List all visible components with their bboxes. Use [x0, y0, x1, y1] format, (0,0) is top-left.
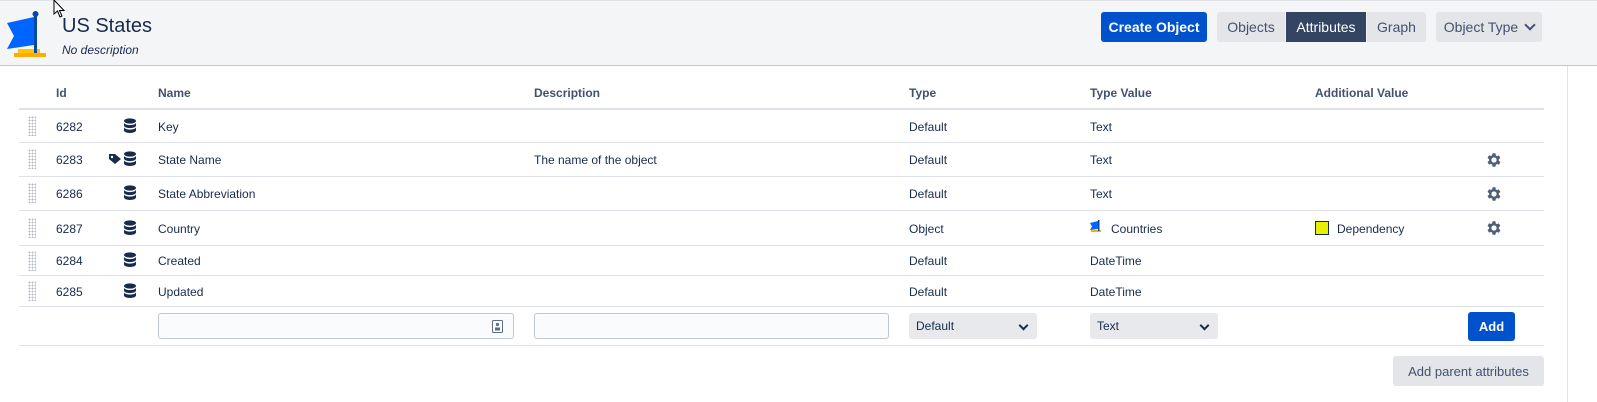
- scrollbar-track[interactable]: [1567, 66, 1568, 402]
- drag-handle-icon[interactable]: [28, 183, 36, 203]
- table-row[interactable]: [19, 143, 1544, 177]
- row-name: State Name: [158, 153, 222, 167]
- attribute-description-input[interactable]: [534, 313, 889, 339]
- chevron-down-icon: [1018, 320, 1029, 331]
- attribute-type-select[interactable]: Default: [909, 313, 1037, 339]
- column-header-id: Id: [56, 86, 67, 100]
- drag-handle-icon[interactable]: [28, 116, 36, 136]
- row-id: 6285: [56, 285, 83, 299]
- column-header-additional-value: Additional Value: [1315, 86, 1409, 100]
- drag-handle-icon[interactable]: [28, 251, 36, 271]
- row-type: Default: [909, 285, 948, 299]
- row-additional-value: Dependency: [1337, 222, 1405, 236]
- tab-attributes[interactable]: Attributes: [1286, 12, 1366, 42]
- row-type-value: Text: [1090, 153, 1113, 167]
- row-type-value: Text: [1090, 187, 1113, 201]
- add-parent-attributes-button[interactable]: Add parent attributes: [1393, 356, 1544, 386]
- chevron-down-icon: [1199, 320, 1210, 331]
- row-id: 6286: [56, 187, 83, 201]
- row-type-value-link[interactable]: Countries: [1111, 222, 1162, 236]
- row-type: Object: [909, 222, 944, 236]
- row-name: Updated: [158, 285, 204, 299]
- database-icon: [124, 151, 136, 166]
- column-header-name: Name: [158, 86, 191, 100]
- object-type-label: Object Type: [1443, 19, 1519, 35]
- row-type-value: DateTime: [1090, 254, 1142, 268]
- gear-icon[interactable]: [1485, 151, 1503, 169]
- row-id: 6283: [56, 153, 83, 167]
- drag-handle-icon[interactable]: [28, 218, 36, 238]
- drag-handle-icon[interactable]: [28, 281, 36, 301]
- column-header-type-value: Type Value: [1090, 86, 1152, 100]
- row-name: Created: [158, 254, 201, 268]
- database-icon: [124, 118, 136, 133]
- flag-icon: [7, 11, 46, 57]
- page-description: No description: [62, 43, 139, 57]
- row-id: 6287: [56, 222, 83, 236]
- object-type-header: US States No description Create Object O…: [0, 0, 1597, 66]
- attribute-name-input[interactable]: [158, 313, 514, 339]
- row-type-value: DateTime: [1090, 285, 1142, 299]
- add-attribute-button[interactable]: Add: [1468, 312, 1515, 341]
- database-icon: [124, 283, 136, 298]
- drag-handle-icon[interactable]: [28, 149, 36, 169]
- gear-icon[interactable]: [1485, 219, 1503, 237]
- gear-icon[interactable]: [1485, 185, 1503, 203]
- row-name: State Abbreviation: [158, 187, 256, 201]
- database-icon: [124, 220, 136, 235]
- flag-icon: [1090, 220, 1101, 232]
- row-type: Default: [909, 153, 948, 167]
- database-icon: [124, 185, 136, 200]
- mouse-cursor-icon: [53, 0, 66, 18]
- row-name: Country: [158, 222, 201, 236]
- row-id: 6282: [56, 120, 83, 134]
- column-header-type: Type: [909, 86, 937, 100]
- attribute-type-value-select[interactable]: Text: [1090, 313, 1218, 339]
- row-type: Default: [909, 254, 948, 268]
- attribute-type-value-selected: Text: [1097, 319, 1120, 333]
- tab-graph[interactable]: Graph: [1367, 12, 1426, 42]
- color-swatch: [1315, 221, 1329, 235]
- table-row[interactable]: [19, 110, 1544, 143]
- row-description: The name of the object: [534, 153, 657, 167]
- contact-card-icon: [492, 320, 503, 333]
- row-type: Default: [909, 187, 948, 201]
- table-row[interactable]: [19, 246, 1544, 276]
- column-header-description: Description: [534, 86, 601, 100]
- create-object-button[interactable]: Create Object: [1101, 12, 1207, 42]
- row-type: Default: [909, 120, 948, 134]
- table-row[interactable]: [19, 276, 1544, 307]
- row-id: 6284: [56, 254, 83, 268]
- tab-objects[interactable]: Objects: [1217, 12, 1285, 42]
- attribute-type-selected: Default: [916, 319, 955, 333]
- database-icon: [124, 252, 136, 267]
- row-type-value: Text: [1090, 120, 1113, 134]
- row-name: Key: [158, 120, 179, 134]
- tag-icon: [109, 154, 121, 164]
- chevron-down-icon: [1524, 19, 1536, 31]
- object-type-dropdown[interactable]: Object Type: [1436, 12, 1542, 42]
- page-title: US States: [62, 15, 153, 37]
